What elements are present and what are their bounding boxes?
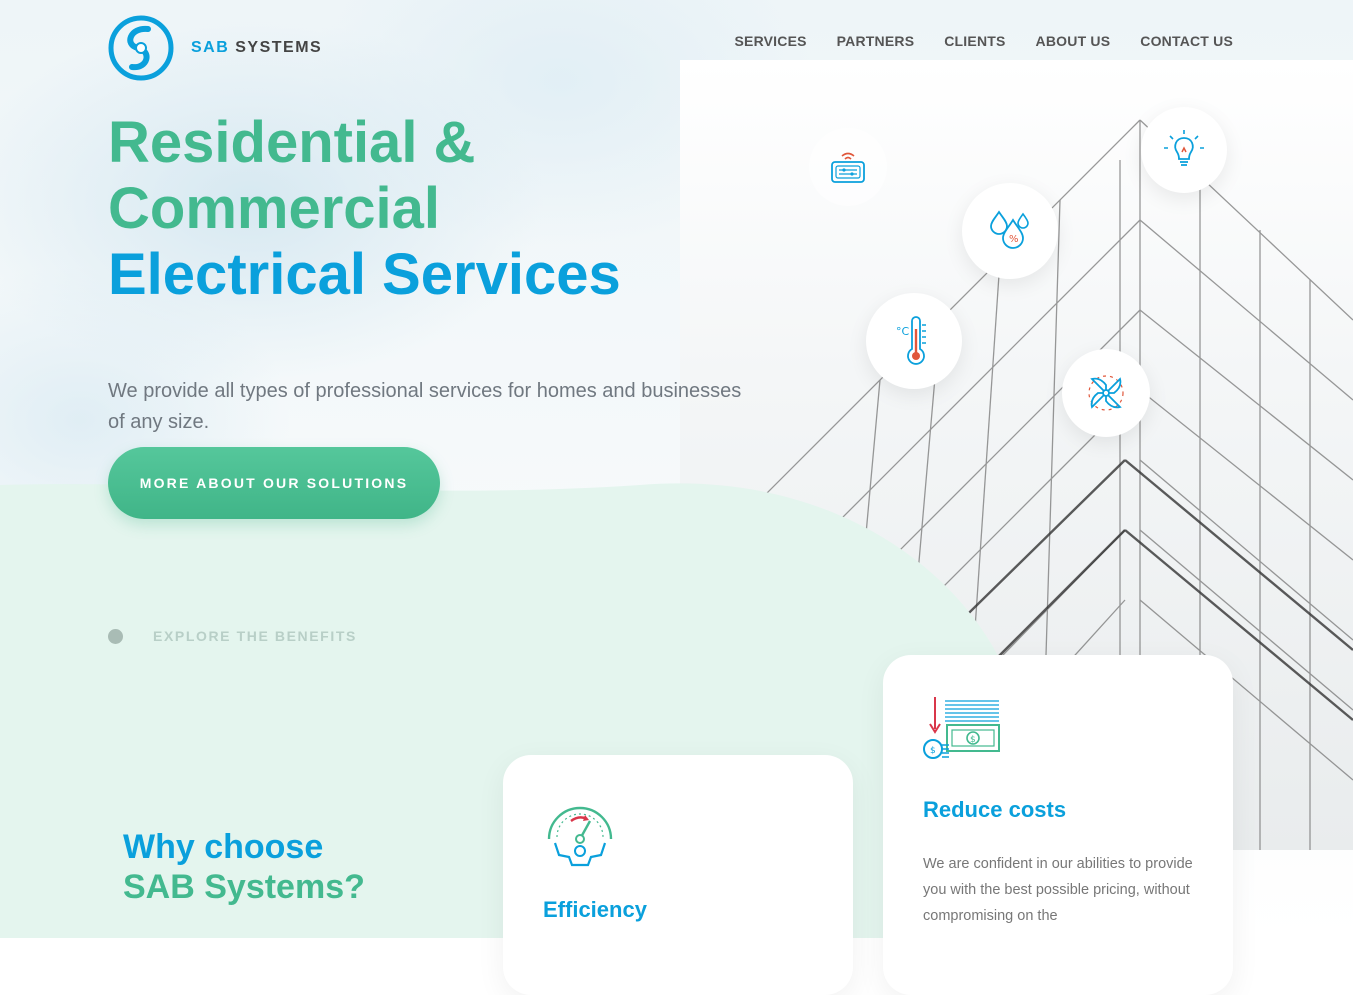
explore-benefits-link[interactable]: EXPLORE THE BENEFITS bbox=[108, 628, 357, 644]
smart-thermostat-icon bbox=[831, 152, 865, 183]
bubble-smart-thermostat bbox=[809, 128, 887, 206]
money-chart-icon: $ $ bbox=[923, 697, 1000, 759]
why-line1: Why choose bbox=[123, 828, 324, 866]
svg-text:%: % bbox=[1009, 234, 1019, 245]
brand-name-part2: SYSTEMS bbox=[235, 39, 323, 56]
lightbulb-icon bbox=[1164, 130, 1204, 166]
nav-clients[interactable]: CLIENTS bbox=[944, 33, 1005, 49]
benefit-card-reduce-costs: $ $ Reduce costs We are confident in our… bbox=[883, 655, 1233, 995]
main-nav: SERVICES PARTNERS CLIENTS ABOUT US CONTA… bbox=[735, 33, 1233, 49]
more-solutions-button[interactable]: MORE ABOUT OUR SOLUTIONS bbox=[108, 447, 440, 519]
humidity-icon: % bbox=[990, 210, 1029, 249]
svg-text:°C: °C bbox=[896, 325, 910, 338]
svg-text:$: $ bbox=[930, 746, 936, 756]
bubble-humidity: % bbox=[962, 183, 1058, 279]
card-text-reduce-costs: We are confident in our abilities to pro… bbox=[923, 856, 1193, 924]
fan-icon bbox=[1088, 375, 1124, 411]
gauge-gear-icon bbox=[547, 806, 613, 867]
nav-services[interactable]: SERVICES bbox=[735, 33, 807, 49]
nav-about-us[interactable]: ABOUT US bbox=[1036, 33, 1111, 49]
bubble-fan bbox=[1062, 349, 1150, 437]
why-line2: SAB Systems? bbox=[123, 868, 365, 906]
brand-name: SAB SYSTEMS bbox=[191, 39, 322, 57]
hero-subtitle: We provide all types of professional ser… bbox=[108, 380, 742, 433]
hero-title-line1: Residential & bbox=[108, 110, 476, 175]
nav-partners[interactable]: PARTNERS bbox=[837, 33, 915, 49]
card-title-reduce-costs: Reduce costs bbox=[923, 797, 1067, 822]
why-choose-heading: Why choose SAB Systems? bbox=[123, 827, 365, 907]
hero-title-line3: Electrical Services bbox=[108, 242, 621, 307]
hero-title: Residential & Commercial Electrical Serv… bbox=[108, 110, 621, 308]
bubble-lightbulb bbox=[1141, 107, 1227, 193]
scroll-dot-icon bbox=[108, 628, 123, 644]
benefit-card-efficiency: Efficiency bbox=[503, 755, 853, 995]
explore-benefits-label: EXPLORE THE BENEFITS bbox=[153, 628, 357, 644]
nav-contact-us[interactable]: CONTACT US bbox=[1140, 33, 1233, 49]
svg-text:$: $ bbox=[970, 735, 976, 745]
hero-title-line2: Commercial bbox=[108, 176, 441, 241]
card-title-efficiency: Efficiency bbox=[543, 897, 647, 922]
brand-name-part1: SAB bbox=[191, 39, 230, 56]
bubble-thermometer: °C bbox=[866, 293, 962, 389]
thermometer-icon: °C bbox=[896, 316, 926, 365]
brand-logo[interactable]: SAB SYSTEMS bbox=[108, 15, 322, 81]
logo-mark-icon bbox=[108, 15, 174, 81]
